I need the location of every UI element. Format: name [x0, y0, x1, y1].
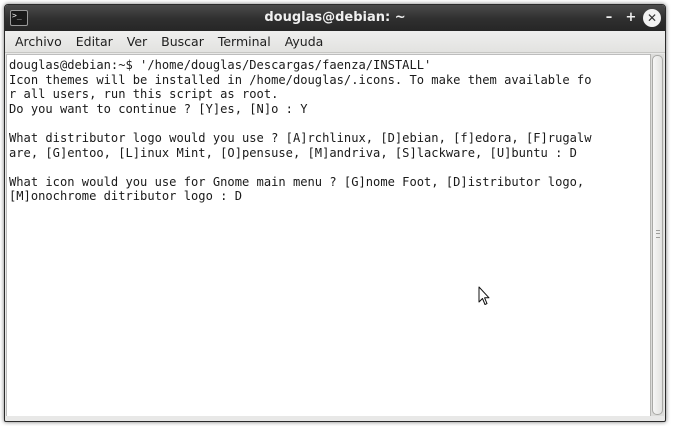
title-bar[interactable]: >_ douglas@debian: ~ – + ✕ — [5, 5, 665, 31]
menu-archivo[interactable]: Archivo — [8, 32, 69, 52]
terminal-output-area[interactable]: douglas@debian:~$ '/home/douglas/Descarg… — [6, 54, 650, 416]
menu-editar[interactable]: Editar — [69, 32, 120, 52]
scrollbar-grip-icon — [656, 230, 660, 238]
terminal-line: Icon themes will be installed in /home/d… — [9, 72, 592, 87]
terminal-line: [M]onochrome ditributor logo : D — [9, 189, 242, 204]
mouse-pointer-icon — [478, 286, 490, 305]
terminal-window: >_ douglas@debian: ~ – + ✕ Archivo Edita… — [4, 4, 666, 422]
menu-ayuda[interactable]: Ayuda — [278, 32, 331, 52]
window-controls: – + ✕ — [597, 8, 661, 28]
terminal-line: Do you want to continue ? [Y]es, [N]o : … — [9, 101, 308, 116]
maximize-button[interactable]: + — [621, 8, 641, 28]
terminal-line: What distributor logo would you use ? [A… — [9, 130, 592, 145]
window-title: douglas@debian: ~ — [264, 10, 406, 25]
terminal-line: What icon would you use for Gnome main m… — [9, 174, 585, 189]
terminal-line: are, [G]entoo, [L]inux Mint, [O]pensuse,… — [9, 145, 577, 160]
menu-buscar[interactable]: Buscar — [154, 32, 211, 52]
terminal-line: r all users, run this script as root. — [9, 87, 279, 102]
terminal-line: douglas@debian:~$ '/home/douglas/Descarg… — [9, 58, 432, 72]
minimize-button[interactable]: – — [599, 8, 619, 28]
menu-terminal[interactable]: Terminal — [211, 32, 278, 52]
menu-bar: Archivo Editar Ver Buscar Terminal Ayuda — [5, 31, 665, 53]
scrollbar-thumb[interactable] — [652, 55, 663, 415]
terminal-text: douglas@debian:~$ '/home/douglas/Descarg… — [7, 55, 650, 204]
menu-ver[interactable]: Ver — [120, 32, 154, 52]
vertical-scrollbar[interactable] — [650, 54, 664, 416]
close-button[interactable]: ✕ — [643, 9, 661, 27]
